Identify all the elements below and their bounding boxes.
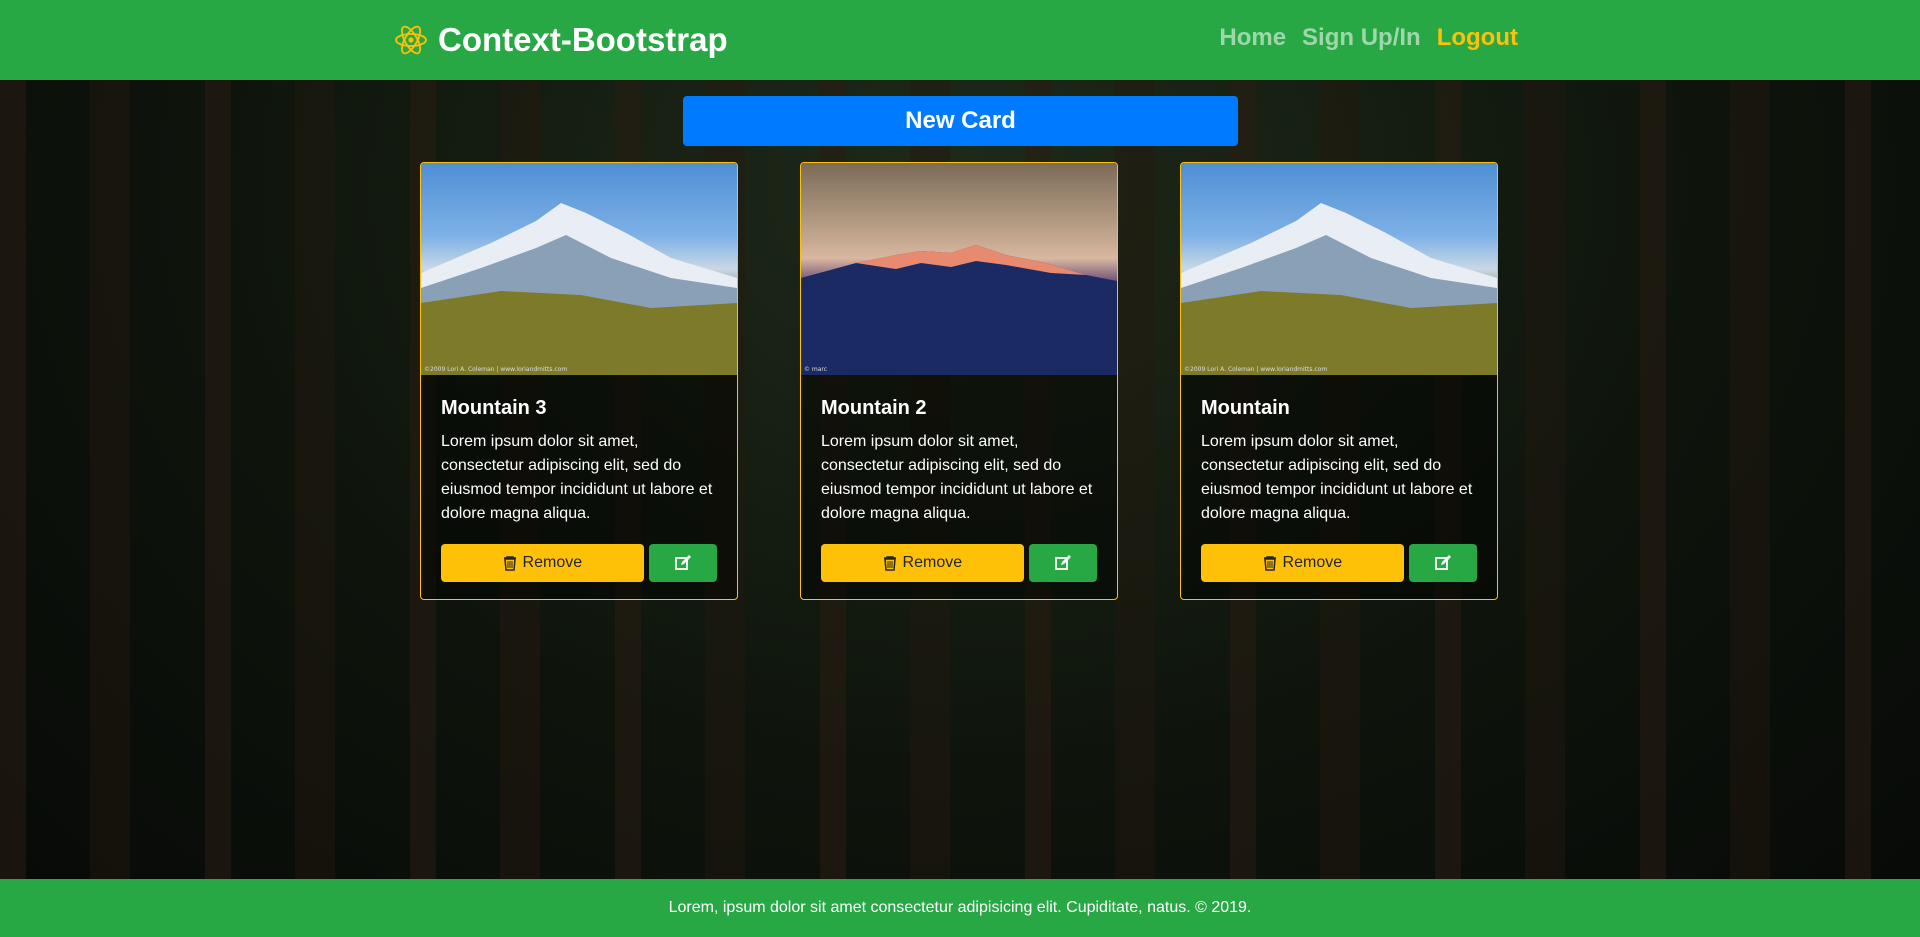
card-actions: Remove <box>821 544 1097 582</box>
card-image: ©2009 Lori A. Coleman | www.loriandmitts… <box>421 163 737 375</box>
card-mountain-2: © marc Mountain 2 Lorem ipsum dolor sit … <box>800 162 1118 600</box>
remove-label: Remove <box>902 554 963 571</box>
brand-link[interactable]: Context-Bootstrap <box>394 18 728 62</box>
edit-icon <box>1054 555 1071 570</box>
brand-title: Context-Bootstrap <box>438 21 728 58</box>
footer: Lorem, ipsum dolor sit amet consectetur … <box>0 879 1920 937</box>
card-text: Lorem ipsum dolor sit amet, consectetur … <box>1201 433 1473 522</box>
navbar: Context-Bootstrap Home Sign Up/In Logout <box>0 0 1920 80</box>
edit-button[interactable] <box>648 544 717 582</box>
card-title: Mountain <box>1201 397 1290 419</box>
new-card-button[interactable]: New Card <box>683 96 1238 146</box>
card-mountain: ©2009 Lori A. Coleman | www.loriandmitts… <box>1180 162 1498 600</box>
edit-icon <box>674 555 691 570</box>
image-credit: ©2009 Lori A. Coleman | www.loriandmitts… <box>424 366 568 373</box>
nav-links: Home Sign Up/In Logout <box>1219 20 1518 56</box>
card-mountain-3: ©2009 Lori A. Coleman | www.loriandmitts… <box>420 162 738 600</box>
nav-link-home[interactable]: Home <box>1219 24 1286 52</box>
card-text: Lorem ipsum dolor sit amet, consectetur … <box>441 433 713 522</box>
card-image: ©2009 Lori A. Coleman | www.loriandmitts… <box>1181 163 1497 375</box>
remove-button[interactable]: Remove <box>821 544 1024 582</box>
trash-icon <box>1263 556 1276 571</box>
remove-label: Remove <box>1282 554 1343 571</box>
mountain-image <box>421 203 737 375</box>
mountain-image <box>801 245 1117 375</box>
card-actions: Remove <box>441 544 717 582</box>
remove-button[interactable]: Remove <box>441 544 644 582</box>
remove-button[interactable]: Remove <box>1201 544 1404 582</box>
card-image: © marc <box>801 163 1117 375</box>
image-credit: © marc <box>804 366 828 373</box>
card-title: Mountain 3 <box>441 397 547 419</box>
nav-link-logout[interactable]: Logout <box>1437 24 1518 52</box>
remove-label: Remove <box>522 554 583 571</box>
edit-button[interactable] <box>1408 544 1477 582</box>
nav-link-signup[interactable]: Sign Up/In <box>1302 24 1421 52</box>
footer-text: Lorem, ipsum dolor sit amet consectetur … <box>668 899 1252 916</box>
card-text: Lorem ipsum dolor sit amet, consectetur … <box>821 433 1093 522</box>
mountain-image <box>1181 203 1497 375</box>
edit-button[interactable] <box>1028 544 1097 582</box>
card-actions: Remove <box>1201 544 1477 582</box>
trash-icon <box>503 556 516 571</box>
image-credit: ©2009 Lori A. Coleman | www.loriandmitts… <box>1184 366 1328 373</box>
react-atom-icon <box>395 25 427 55</box>
card-title: Mountain 2 <box>821 397 927 419</box>
edit-icon <box>1434 555 1451 570</box>
trash-icon <box>883 556 896 571</box>
